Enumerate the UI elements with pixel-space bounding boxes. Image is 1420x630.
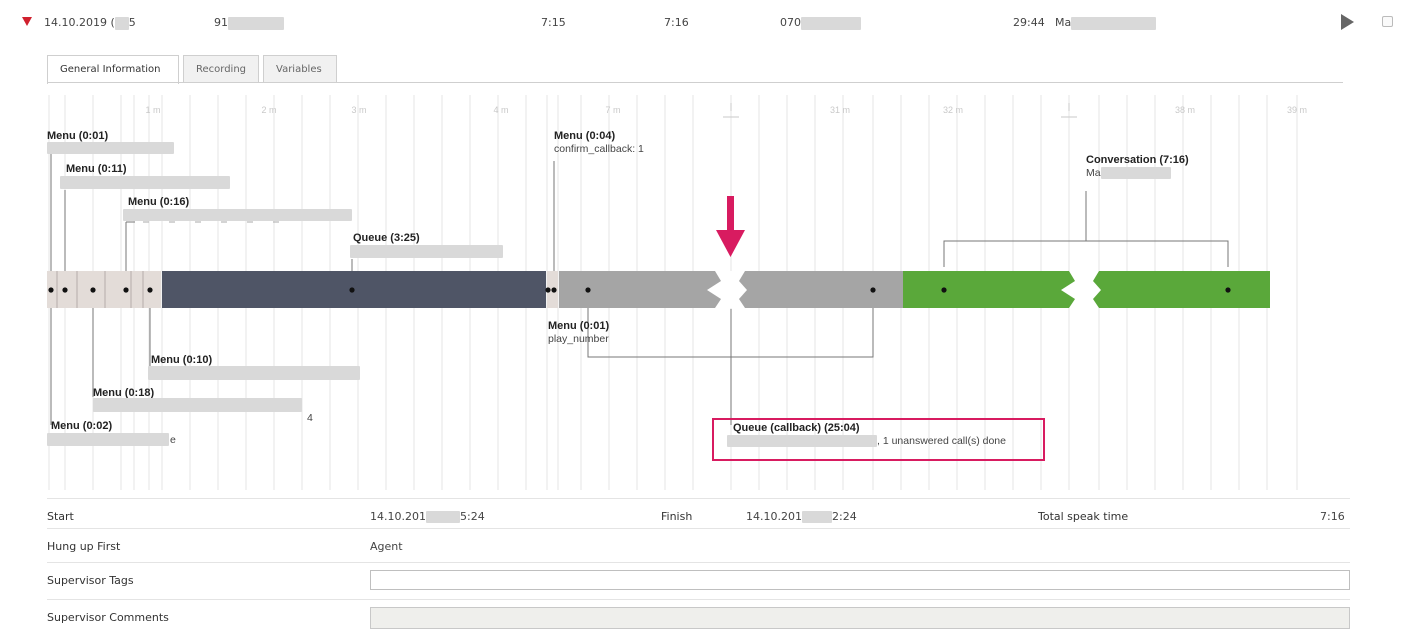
call-record-row[interactable]: 14.10.2019 ( 5 91 7:15 7:16 070 29:44 Ma bbox=[0, 0, 1420, 44]
details-row-hungup: Hung up First Agent bbox=[47, 528, 1350, 564]
event-label-menu: Menu (0:04) bbox=[554, 130, 616, 142]
details-row-comments: Supervisor Comments bbox=[47, 599, 1350, 630]
event-sublabel: confirm_callback: 1 bbox=[554, 143, 644, 155]
start-value: 14.10.201 5:24 bbox=[370, 510, 485, 523]
event-sublabel: 4 bbox=[307, 412, 313, 424]
call-time: 29:44 bbox=[1013, 16, 1045, 29]
speak-time-label: Total speak time bbox=[1038, 510, 1129, 523]
event-label-queue: Queue (3:25) bbox=[353, 232, 420, 244]
dialed-number: 070 bbox=[780, 16, 861, 30]
tick-label: 7 m bbox=[605, 105, 620, 115]
redacted-block bbox=[148, 366, 360, 380]
row-select-checkbox[interactable] bbox=[1382, 16, 1393, 27]
dashed-underline bbox=[143, 221, 283, 223]
finish-value-text: 14.10.201 bbox=[746, 510, 802, 523]
tick-label: 2 m bbox=[261, 105, 276, 115]
duration-a: 7:15 bbox=[541, 16, 566, 29]
event-label-menu: Menu (0:02) bbox=[51, 420, 113, 432]
redacted-block bbox=[60, 176, 230, 189]
play-icon[interactable] bbox=[1341, 14, 1354, 30]
tab-divider bbox=[47, 82, 1343, 83]
start-label: Start bbox=[47, 510, 74, 523]
redacted-block bbox=[1100, 167, 1171, 180]
agent-name: Ma bbox=[1055, 16, 1157, 30]
start-value-text: 14.10.201 bbox=[370, 510, 426, 523]
redacted-block bbox=[47, 433, 169, 446]
tick-label: 32 m bbox=[943, 105, 963, 115]
dialed-number-text: 070 bbox=[780, 16, 801, 29]
event-sublabel: play_number bbox=[548, 333, 609, 345]
hungup-label: Hung up First bbox=[47, 540, 121, 553]
event-sublabel: , 1 unanswered call(s) done bbox=[877, 435, 1006, 447]
tick-label: 39 m bbox=[1287, 105, 1307, 115]
redacted-block bbox=[114, 16, 129, 30]
redacted-block bbox=[350, 245, 503, 258]
event-label-queue-callback: Queue (callback) (25:04) bbox=[733, 422, 860, 434]
agent-name-text: Ma bbox=[1055, 16, 1072, 29]
tab-variables[interactable]: Variables bbox=[263, 55, 337, 83]
finish-value: 14.10.201 2:24 bbox=[746, 510, 857, 523]
redacted-block bbox=[727, 435, 877, 447]
supervisor-tags-input[interactable] bbox=[370, 570, 1350, 590]
duration-b: 7:16 bbox=[664, 16, 689, 29]
highlight-arrow bbox=[716, 196, 745, 257]
call-date: 14.10.2019 ( 5 bbox=[44, 16, 136, 30]
supervisor-tags-label: Supervisor Tags bbox=[47, 574, 134, 587]
caller-number-text: 91 bbox=[214, 16, 228, 29]
redacted-block bbox=[1071, 16, 1157, 30]
event-label-menu: Menu (0:16) bbox=[128, 196, 190, 208]
redacted-block bbox=[47, 142, 174, 154]
hungup-value: Agent bbox=[370, 540, 403, 553]
redacted-block bbox=[425, 511, 460, 523]
event-label-menu: Menu (0:01) bbox=[47, 130, 109, 142]
details-row-tags: Supervisor Tags bbox=[47, 562, 1350, 598]
timeline-ticks: 1 m 2 m 3 m 4 m 7 m 31 m 32 m 38 m 39 m bbox=[145, 103, 1307, 118]
supervisor-comments-field[interactable] bbox=[370, 607, 1350, 629]
tick-label: 31 m bbox=[830, 105, 850, 115]
finish-value-tail: 2:24 bbox=[831, 510, 857, 523]
speak-time-value: 7:16 bbox=[1320, 510, 1345, 523]
tab-recording[interactable]: Recording bbox=[183, 55, 259, 83]
tick-label: 4 m bbox=[493, 105, 508, 115]
call-timeline: 1 m 2 m 3 m 4 m 7 m 31 m 32 m 38 m 39 m bbox=[47, 95, 1313, 490]
caller-number: 91 bbox=[214, 16, 284, 30]
call-date-tail: 5 bbox=[128, 16, 136, 29]
start-value-tail: 5:24 bbox=[459, 510, 485, 523]
event-label-menu: Menu (0:01) bbox=[548, 320, 610, 332]
call-date-text: 14.10.2019 ( bbox=[44, 16, 115, 29]
redacted-block bbox=[228, 16, 284, 30]
finish-label: Finish bbox=[661, 510, 693, 523]
collapse-triangle-icon[interactable] bbox=[22, 17, 32, 26]
redacted-block bbox=[93, 398, 302, 412]
redacted-block bbox=[801, 16, 861, 30]
event-label-conversation: Conversation (7:16) bbox=[1086, 154, 1189, 166]
tab-general-information[interactable]: General Information bbox=[47, 55, 179, 84]
conversation-agent: Ma bbox=[1086, 167, 1101, 179]
redacted-block bbox=[801, 511, 832, 523]
tick-label: 38 m bbox=[1175, 105, 1195, 115]
event-sublabel: e bbox=[170, 434, 176, 446]
tick-label: 3 m bbox=[351, 105, 366, 115]
timeline-bar bbox=[47, 271, 1270, 308]
event-label-menu: Menu (0:10) bbox=[151, 354, 213, 366]
tick-label: 1 m bbox=[145, 105, 160, 115]
event-sublabel: Ma bbox=[1086, 167, 1171, 180]
event-label-menu: Menu (0:11) bbox=[66, 163, 127, 175]
supervisor-comments-label: Supervisor Comments bbox=[47, 611, 169, 624]
